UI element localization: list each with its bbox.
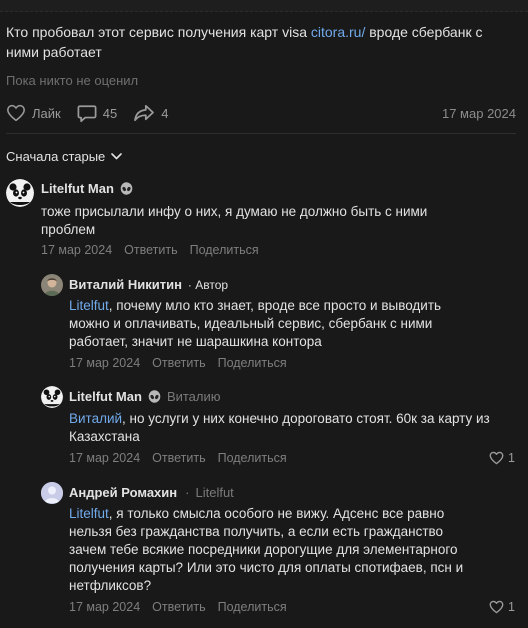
panda-avatar-image xyxy=(6,179,34,207)
avatar[interactable] xyxy=(6,179,34,207)
like-label: Лайк xyxy=(32,105,61,121)
heart-icon xyxy=(489,600,504,614)
comment-meta: 17 мар 2024 Ответить Поделиться xyxy=(69,451,299,465)
comments-button[interactable]: 45 xyxy=(77,104,117,123)
comment-like-button[interactable]: 1 xyxy=(489,600,515,614)
comment-body: , почему мло кто знает, вроде все просто… xyxy=(69,298,442,349)
divider xyxy=(6,133,516,134)
reply-button[interactable]: Ответить xyxy=(124,243,177,257)
heart-icon xyxy=(489,451,504,465)
mention-link[interactable]: Litelfut xyxy=(69,506,109,521)
comment-meta: 17 мар 2024 Ответить Поделиться xyxy=(69,600,299,614)
comment-meta: 17 мар 2024 Ответить Поделиться xyxy=(41,243,271,257)
panda-avatar-image xyxy=(41,386,63,408)
share-button[interactable]: 4 xyxy=(133,104,168,122)
alien-icon xyxy=(120,181,133,195)
heart-icon xyxy=(7,104,25,122)
reply-to-name[interactable]: Litelfut xyxy=(195,485,233,500)
share-comment-button[interactable]: Поделиться xyxy=(190,243,259,257)
post-text-before: Кто пробовал этот сервис получения карт … xyxy=(6,24,311,40)
comment-author[interactable]: Андрей Ромахин xyxy=(69,485,177,500)
comment-text: Виталий, но услуги у них конечно дорогов… xyxy=(69,410,509,446)
reply-button[interactable]: Ответить xyxy=(152,356,205,370)
like-count: 1 xyxy=(508,600,515,614)
comment-author[interactable]: Виталий Никитин xyxy=(69,277,182,292)
mention-link[interactable]: Виталий xyxy=(69,411,122,426)
comment-bubble-icon xyxy=(77,104,97,122)
photo-avatar-image xyxy=(41,274,63,296)
comment-author[interactable]: Litelfut Man xyxy=(69,389,142,404)
share-comment-button[interactable]: Поделиться xyxy=(218,451,287,465)
post-actions: Лайк 45 4 17 мар 2024 xyxy=(6,103,516,123)
comment-header: Виталий Никитин · Автор xyxy=(69,277,228,292)
comment-text: тоже присылали инфу о них, я думаю не до… xyxy=(41,204,428,237)
default-user-avatar-image xyxy=(41,482,63,504)
share-arrow-icon xyxy=(134,104,155,122)
comment-date: 17 мар 2024 xyxy=(41,243,113,257)
shares-count: 4 xyxy=(161,105,169,121)
comment-body: , я только смысла особого не вижу. Адсен… xyxy=(69,506,464,593)
post-text: Кто пробовал этот сервис получения карт … xyxy=(6,22,518,62)
comment-body: , но услуги у них конечно дороговато сто… xyxy=(69,411,490,444)
comment-text: Litelfut, я только смысла особого не виж… xyxy=(69,505,481,595)
comments-count: 45 xyxy=(102,105,118,121)
avatar[interactable] xyxy=(41,274,63,296)
post-date: 17 мар 2024 xyxy=(441,105,516,121)
comment-date: 17 мар 2024 xyxy=(69,451,141,465)
no-rating-text: Пока никто не оценил xyxy=(6,73,139,88)
share-comment-button[interactable]: Поделиться xyxy=(218,356,287,370)
reply-button[interactable]: Ответить xyxy=(152,451,205,465)
sort-dropdown[interactable]: Сначала старые xyxy=(6,149,123,164)
share-comment-button[interactable]: Поделиться xyxy=(218,600,287,614)
top-scroll-edge xyxy=(0,0,528,12)
comment-date: 17 мар 2024 xyxy=(69,600,141,614)
comment-author[interactable]: Litelfut Man xyxy=(41,181,114,196)
comment-header: Litelfut Man Виталию xyxy=(69,389,221,404)
comment-meta: 17 мар 2024 Ответить Поделиться xyxy=(69,356,299,370)
author-badge: · Автор xyxy=(187,277,229,292)
avatar[interactable] xyxy=(41,386,63,408)
post-link[interactable]: citora.ru/ xyxy=(311,24,365,40)
avatar[interactable] xyxy=(41,482,63,504)
comment-header: Litelfut Man xyxy=(41,181,133,196)
comment-like-button[interactable]: 1 xyxy=(489,451,515,465)
like-count: 1 xyxy=(508,451,515,465)
comment-header: Андрей Ромахин · Litelfut xyxy=(69,485,234,500)
mention-link[interactable]: Litelfut xyxy=(69,298,109,313)
like-button[interactable]: Лайк xyxy=(6,104,61,122)
comment-date: 17 мар 2024 xyxy=(69,356,141,370)
alien-icon xyxy=(148,389,161,403)
reply-button[interactable]: Ответить xyxy=(152,600,205,614)
sort-label: Сначала старые xyxy=(6,149,106,164)
reply-to-name[interactable]: Виталию xyxy=(167,389,221,404)
reply-separator-dot: · xyxy=(185,485,190,500)
comment-text: Litelfut, почему мло кто знает, вроде вс… xyxy=(69,297,481,351)
chevron-down-icon xyxy=(111,153,123,160)
